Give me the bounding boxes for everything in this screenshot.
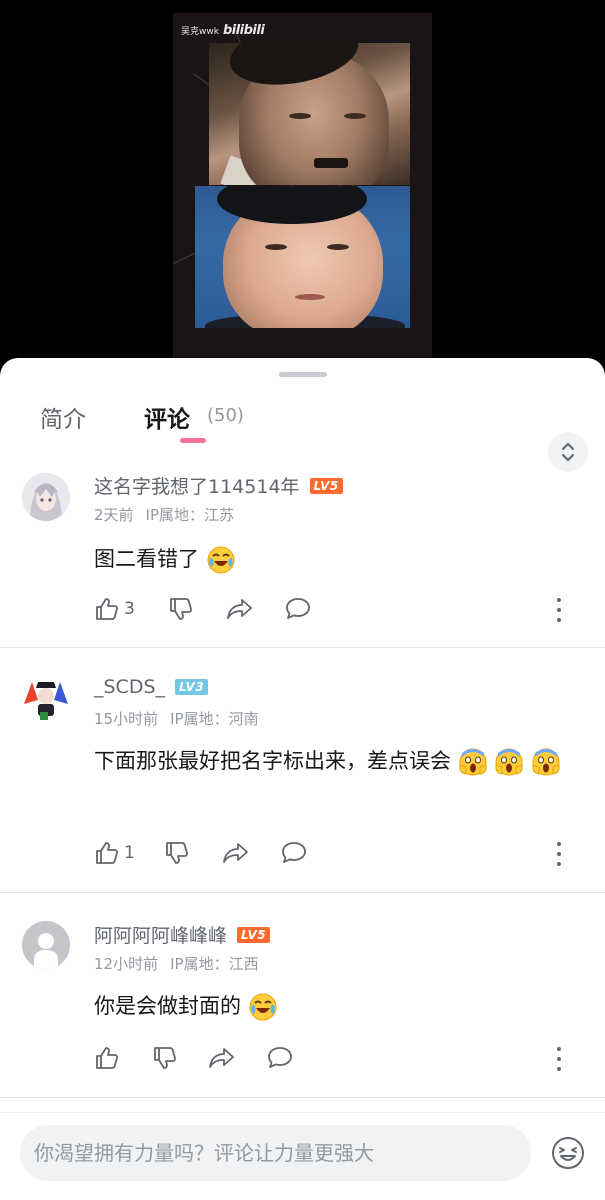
video-panel-bottom bbox=[195, 186, 410, 328]
like-button[interactable]: 3 bbox=[94, 596, 135, 622]
level-badge: LV5 bbox=[309, 477, 343, 494]
like-button[interactable] bbox=[94, 1045, 124, 1071]
video-panel-top bbox=[209, 43, 410, 185]
comment-meta: 12小时前 IP属地：江西 bbox=[94, 953, 271, 974]
comment-author[interactable]: 阿阿阿阿峰峰峰 LV5 bbox=[94, 921, 271, 948]
comment-body: 图二看错了 bbox=[94, 547, 199, 571]
thumbs-up-icon bbox=[96, 598, 119, 620]
share-icon bbox=[209, 1048, 234, 1068]
comment-text: 下面那张最好把名字标出来，差点误会 bbox=[94, 740, 584, 782]
default-avatar-icon bbox=[22, 921, 70, 969]
level-badge: LV3 bbox=[175, 679, 209, 695]
comment-author[interactable]: 这名字我想了114514年 LV5 bbox=[94, 472, 343, 499]
more-options-button[interactable] bbox=[554, 598, 564, 622]
comment-input[interactable]: 你渴望拥有力量吗？评论让力量更强大 bbox=[20, 1125, 531, 1181]
share-button[interactable] bbox=[222, 840, 250, 866]
share-icon bbox=[223, 843, 248, 863]
thumbs-down-icon bbox=[166, 842, 189, 864]
watermark-user: 吴克wwk bbox=[181, 27, 219, 37]
comment-item: 这名字我想了114514年 LV5 2天前 IP属地：江苏 图二看错了 3 bbox=[0, 458, 605, 648]
tab-comments[interactable]: 评论 bbox=[144, 400, 190, 434]
more-options-button[interactable] bbox=[554, 1047, 564, 1071]
author-name[interactable]: _SCDS_ bbox=[94, 676, 165, 698]
comment-text: 你是会做封面的 bbox=[94, 985, 584, 1027]
scream-emoji bbox=[495, 748, 523, 776]
comment-ip: IP属地：江苏 bbox=[145, 506, 235, 524]
video-thumbnail: 吴克wwk bilibili bbox=[173, 13, 432, 363]
comment-author[interactable]: _SCDS_ LV3 bbox=[94, 676, 209, 698]
crying-laugh-emoji bbox=[207, 546, 235, 574]
comment-actions bbox=[94, 1045, 584, 1075]
avatar[interactable] bbox=[22, 921, 70, 969]
comment-body: 下面那张最好把名字标出来，差点误会 bbox=[94, 749, 451, 773]
dislike-button[interactable] bbox=[164, 840, 190, 866]
reply-button[interactable] bbox=[280, 840, 308, 866]
crying-laugh-emoji bbox=[249, 993, 277, 1021]
thumbs-up-icon bbox=[96, 1047, 119, 1069]
share-button[interactable] bbox=[208, 1045, 236, 1071]
thumbs-down-icon bbox=[154, 1047, 177, 1069]
comment-time: 2天前 bbox=[94, 506, 134, 524]
comment-meta: 2天前 IP属地：江苏 bbox=[94, 504, 246, 525]
emoji-button[interactable] bbox=[550, 1135, 586, 1171]
emoji-face-icon bbox=[552, 1137, 584, 1169]
dislike-button[interactable] bbox=[168, 596, 194, 622]
share-button[interactable] bbox=[226, 596, 254, 622]
comment-item: _SCDS_ LV3 15小时前 IP属地：河南 下面那张最好把名字标出来，差点误… bbox=[0, 648, 605, 893]
video-watermark: 吴克wwk bilibili bbox=[181, 23, 265, 38]
share-icon bbox=[227, 599, 252, 619]
more-options-button[interactable] bbox=[554, 842, 564, 866]
thumbs-down-icon bbox=[170, 598, 193, 620]
comment-text: 图二看错了 bbox=[94, 538, 584, 580]
level-badge: LV5 bbox=[237, 926, 271, 943]
comment-body: 你是会做封面的 bbox=[94, 994, 241, 1018]
drag-handle[interactable] bbox=[279, 372, 327, 377]
scream-emoji bbox=[532, 748, 560, 776]
bilibili-logo: bilibili bbox=[222, 23, 265, 38]
comment-time: 15小时前 bbox=[94, 710, 159, 728]
comment-actions: 1 bbox=[94, 840, 584, 870]
speech-bubble-icon bbox=[286, 598, 310, 619]
speech-bubble-icon bbox=[282, 842, 306, 863]
comment-input-bar: 你渴望拥有力量吗？评论让力量更强大 bbox=[0, 1112, 605, 1200]
avatar[interactable] bbox=[22, 674, 70, 722]
reply-button[interactable] bbox=[284, 596, 312, 622]
video-player[interactable]: 吴克wwk bilibili bbox=[0, 0, 605, 380]
comment-item: 阿阿阿阿峰峰峰 LV5 12小时前 IP属地：江西 你是会做封面的 bbox=[0, 893, 605, 1098]
thumbs-up-icon bbox=[96, 842, 119, 864]
author-name[interactable]: 阿阿阿阿峰峰峰 bbox=[94, 921, 227, 948]
avatar[interactable] bbox=[22, 473, 70, 521]
author-name[interactable]: 这名字我想了114514年 bbox=[94, 472, 300, 499]
reply-button[interactable] bbox=[266, 1045, 294, 1071]
comment-sheet: 简介 评论 (50) 这名字我想了114514年 LV5 2天前 IP属地：江苏… bbox=[0, 358, 605, 1200]
comment-meta: 15小时前 IP属地：河南 bbox=[94, 708, 271, 729]
tab-intro[interactable]: 简介 bbox=[40, 400, 86, 434]
avatar-image bbox=[22, 473, 70, 521]
active-tab-indicator bbox=[180, 438, 206, 443]
comment-ip: IP属地：江西 bbox=[170, 955, 259, 973]
comment-actions: 3 bbox=[94, 596, 584, 626]
speech-bubble-icon bbox=[268, 1047, 292, 1068]
like-button[interactable]: 1 bbox=[94, 840, 135, 866]
comment-ip: IP属地：河南 bbox=[170, 710, 259, 728]
like-count: 3 bbox=[124, 599, 135, 619]
dislike-button[interactable] bbox=[152, 1045, 178, 1071]
like-count: 1 bbox=[124, 843, 135, 863]
comment-count: (50) bbox=[207, 405, 244, 426]
scream-emoji bbox=[459, 748, 487, 776]
tab-bar: 简介 评论 (50) bbox=[0, 394, 605, 472]
avatar-image bbox=[22, 674, 70, 722]
comment-time: 12小时前 bbox=[94, 955, 159, 973]
